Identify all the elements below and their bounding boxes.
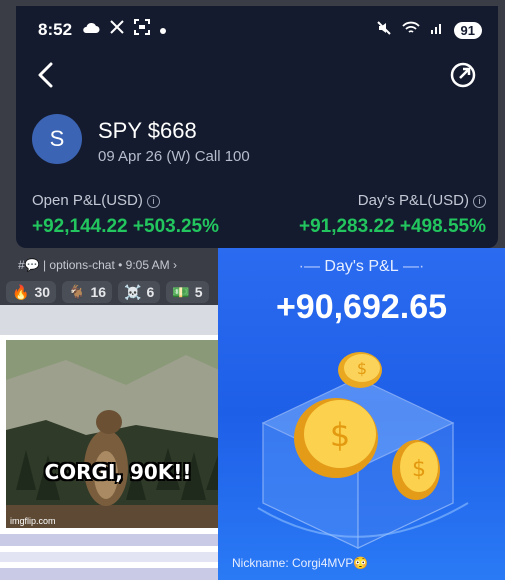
pnl-share-card[interactable]: ·— Day's P&L —· +90,692.65 $ $ $ Nicknam…: [218, 248, 505, 580]
coin-icon: $: [294, 398, 378, 478]
reaction-bar: 🔥 30 🐐 16 ☠️ 6 💵 5: [6, 281, 209, 303]
meme-credit: imgflip.com: [10, 516, 56, 526]
ticker-title: SPY $668: [98, 118, 197, 143]
battery-indicator: 91: [453, 22, 482, 39]
status-right: 91: [376, 20, 482, 41]
divider-stripe: [0, 568, 220, 580]
coin-icon: $: [392, 440, 440, 500]
svg-text:$: $: [412, 457, 426, 482]
svg-text:$: $: [357, 359, 367, 378]
info-icon[interactable]: i: [146, 195, 160, 208]
dot-icon: [160, 21, 166, 39]
reaction-fire[interactable]: 🔥 30: [6, 281, 57, 303]
ticker-avatar: S: [32, 114, 82, 164]
meme-image[interactable]: CORGI, 90K!! imgflip.com: [6, 340, 230, 528]
coins-illustration: $ $ $: [257, 352, 469, 549]
status-icons: [82, 19, 166, 40]
meme-caption: CORGI, 90K!!: [44, 460, 192, 484]
info-icon[interactable]: i: [473, 195, 486, 208]
svg-text:$: $: [330, 416, 350, 454]
phone-screenshot: 8:52 91 S SPY $668 09 Apr 26 (W) Call 10…: [16, 6, 498, 248]
discord-strip: [0, 305, 220, 335]
mute-icon: [376, 20, 392, 41]
nickname-label: Nickname: Corgi4MVP😳: [232, 556, 369, 570]
signal-icon: [430, 21, 444, 40]
meme-scene: [6, 340, 230, 528]
divider-stripe: [0, 552, 220, 562]
x-logo-icon: [110, 20, 124, 39]
back-button[interactable]: [36, 62, 56, 93]
reaction-skull[interactable]: ☠️ 6: [118, 281, 161, 303]
day-pl-label: Day's P&L(USD) i: [358, 192, 486, 209]
wifi-icon: [401, 21, 420, 40]
cloud-icon: [82, 21, 100, 39]
channel-meta[interactable]: #💬 | options-chat • 9:05 AM ›: [18, 258, 177, 272]
share-button[interactable]: [450, 62, 476, 93]
contract-subtitle: 09 Apr 26 (W) Call 100: [98, 148, 250, 165]
status-time: 8:52: [38, 20, 73, 39]
screenshot-icon: [134, 19, 150, 40]
reaction-goat[interactable]: 🐐 16: [62, 281, 113, 303]
divider-stripe: [0, 534, 220, 546]
day-pl-value: +91,283.22 +498.55%: [298, 216, 486, 237]
coin-icon: $: [338, 352, 382, 388]
open-pl-label: Open P&L(USD) i: [32, 192, 160, 209]
reaction-money[interactable]: 💵 5: [166, 281, 209, 303]
open-pl-value: +92,144.22 +503.25%: [32, 216, 220, 237]
